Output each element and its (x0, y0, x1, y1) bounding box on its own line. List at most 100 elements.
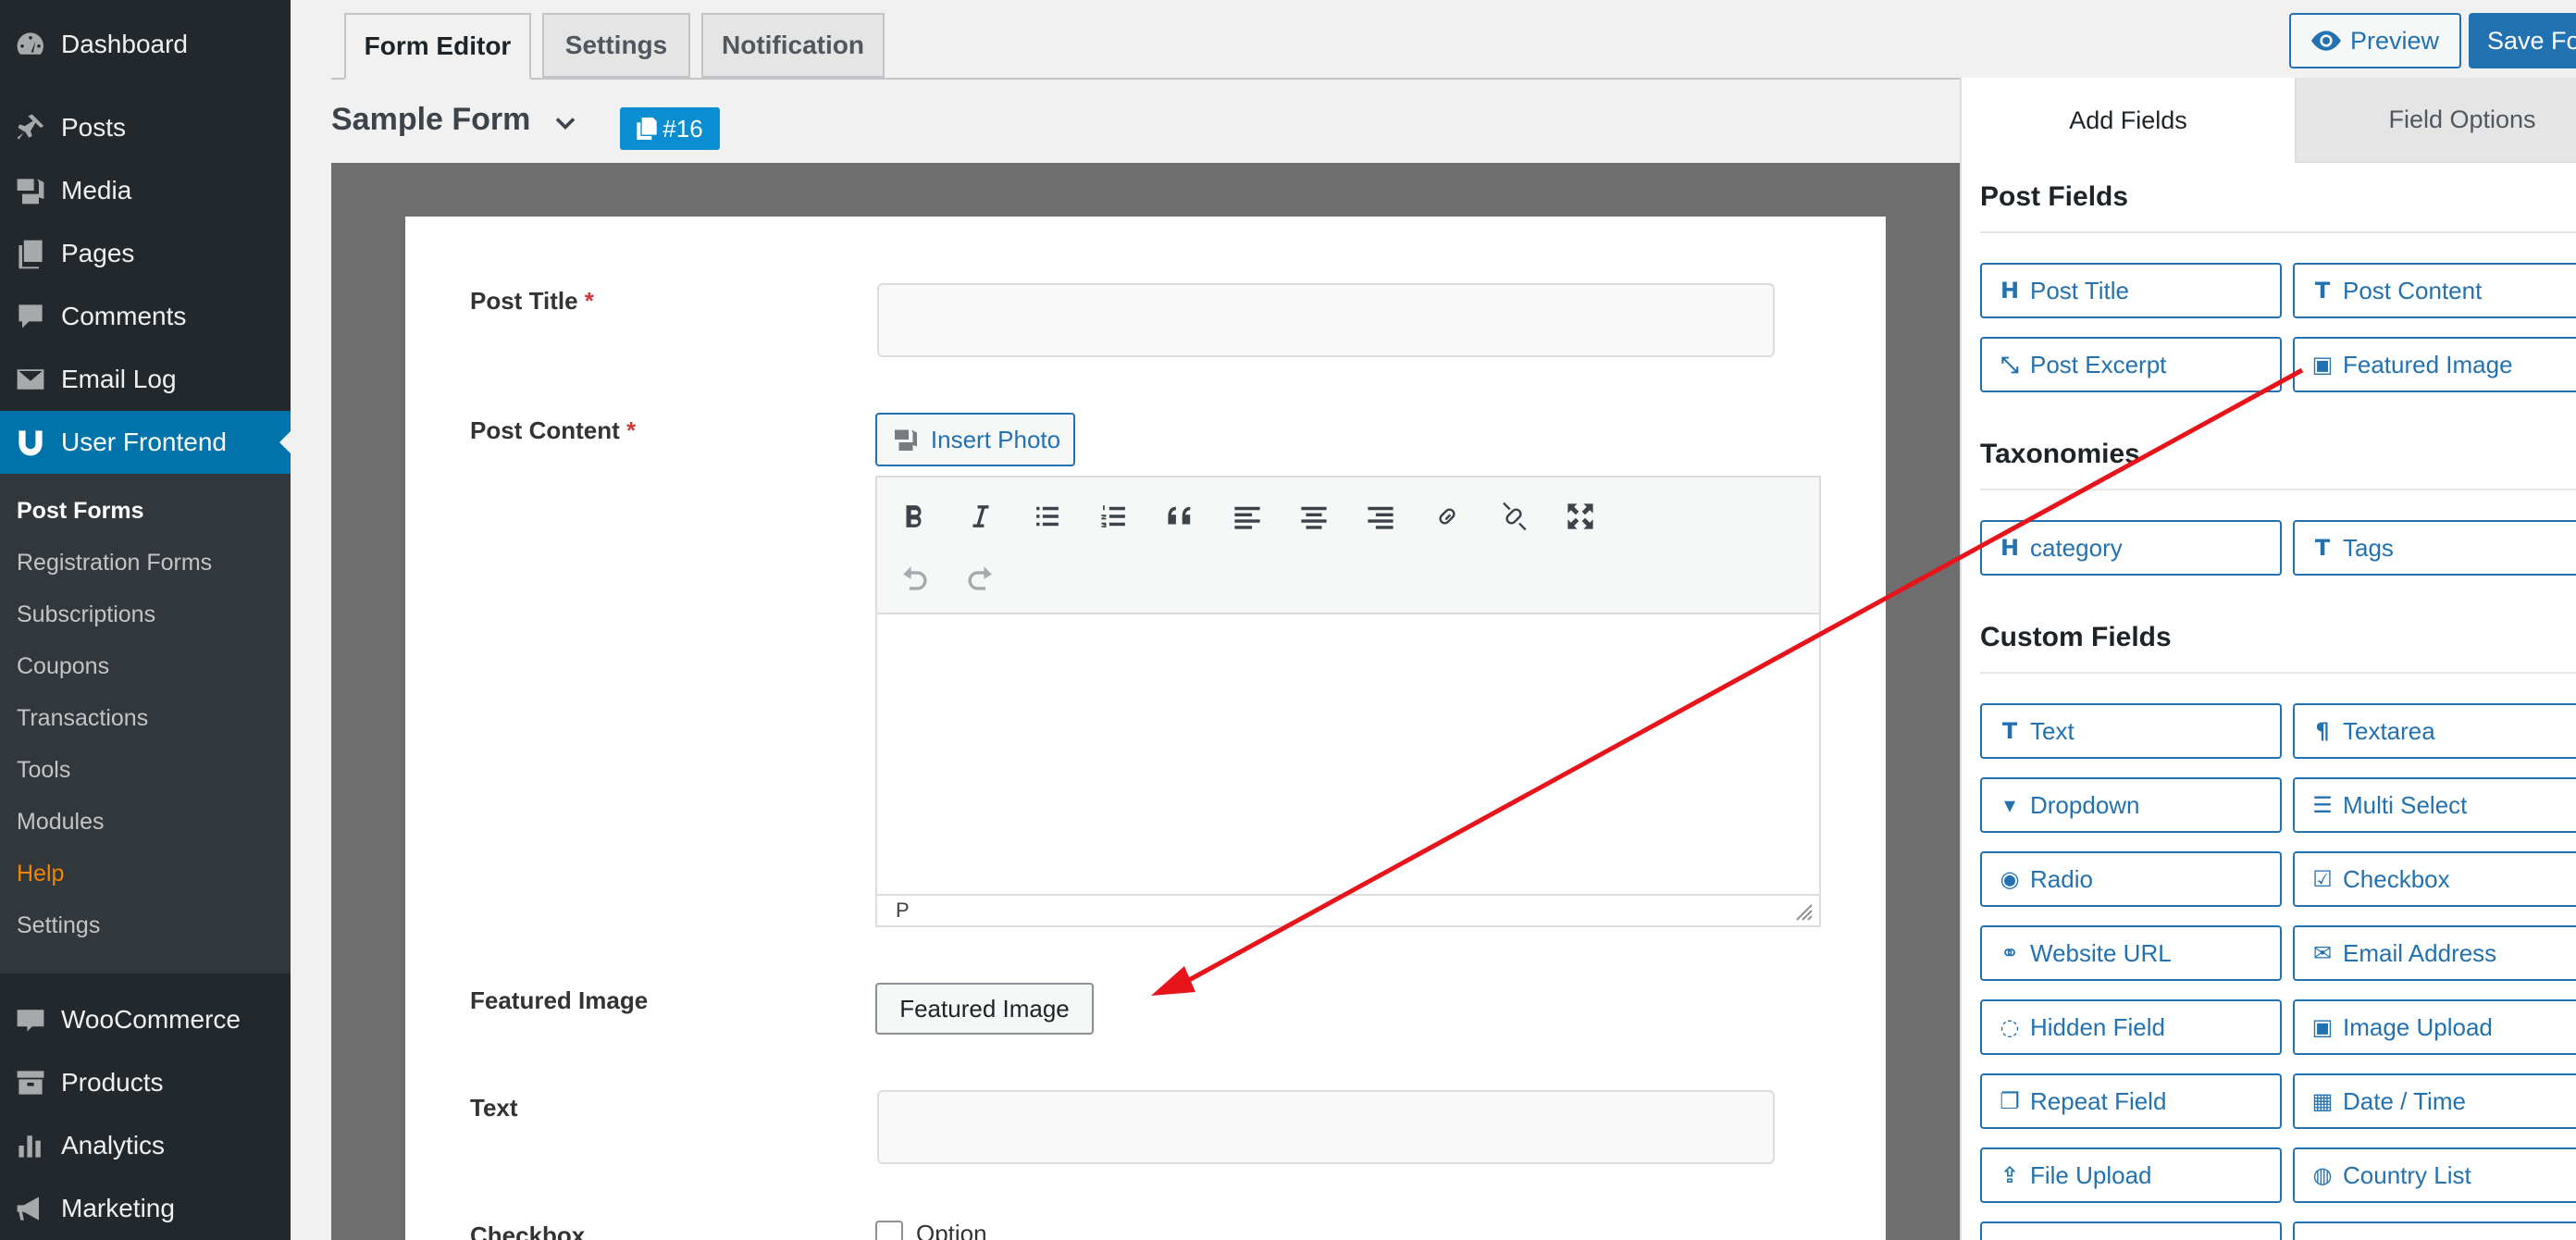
menu-label: Dashboard (61, 30, 188, 58)
text-icon: T (2314, 535, 2331, 561)
woo-icon (0, 1003, 61, 1036)
checkbox-option[interactable]: Option (875, 1220, 987, 1240)
link-icon[interactable] (1427, 496, 1468, 537)
add-hidden-field-button[interactable]: ◌ Hidden Field (1980, 999, 2282, 1055)
add-repeat-field-button[interactable]: ❐ Repeat Field (1980, 1073, 2282, 1129)
add-dropdown-button[interactable]: ▾ Dropdown (1980, 777, 2282, 833)
bullet-list-icon[interactable] (1027, 496, 1068, 537)
preview-button[interactable]: Preview (2289, 13, 2461, 68)
italic-icon[interactable] (960, 496, 1001, 537)
align-left-icon[interactable] (1227, 496, 1268, 537)
add-post-content-button[interactable]: T Post Content (2293, 263, 2576, 318)
menu-item-dashboard[interactable]: Dashboard (0, 13, 291, 76)
bold-icon[interactable] (894, 496, 935, 537)
form-id-text: #16 (663, 114, 703, 143)
required-mark: * (626, 416, 637, 444)
list-icon: ☰ (2312, 792, 2333, 818)
menu-label: Products (61, 1068, 164, 1097)
submenu-registration-forms[interactable]: Registration Forms (17, 550, 212, 577)
unlink-icon[interactable] (1493, 496, 1534, 537)
menu-item-media[interactable]: Media (0, 159, 291, 222)
add-post-title-button[interactable]: H Post Title (1980, 263, 2282, 318)
add-radio-button[interactable]: ◉ Radio (1980, 851, 2282, 907)
chevron-down-icon[interactable] (551, 109, 579, 137)
email-icon (0, 363, 61, 396)
menu-item-email-log[interactable]: Email Log (0, 348, 291, 411)
add-email-address-button[interactable]: ✉ Email Address (2293, 925, 2576, 981)
checkbox-box[interactable] (875, 1220, 903, 1240)
post-title-input[interactable] (877, 283, 1775, 357)
tab-add-fields[interactable]: Add Fields (1962, 78, 2295, 163)
field-button-label: Website URL (2030, 938, 2172, 967)
text-input[interactable] (877, 1090, 1775, 1164)
save-form-button[interactable]: Save Fo (2469, 13, 2576, 68)
menu-item-pages[interactable]: Pages (0, 222, 291, 285)
add-image-upload-button[interactable]: ▣ Image Upload (2293, 999, 2576, 1055)
submenu-help[interactable]: Help (17, 861, 64, 887)
post-content-editor[interactable]: P (875, 476, 1821, 927)
numbered-list-icon[interactable] (1094, 496, 1134, 537)
menu-label: Comments (61, 302, 187, 330)
submenu-modules[interactable]: Modules (17, 809, 105, 836)
menu-item-analytics[interactable]: Analytics (0, 1114, 291, 1177)
menu-label: Media (61, 176, 132, 205)
section-custom-fields: Custom Fields (1980, 622, 2172, 652)
add-country-list-button[interactable]: ◍ Country List (2293, 1147, 2576, 1203)
user-frontend-submenu: Post Forms Registration Forms Subscripti… (0, 474, 291, 973)
pages-icon (0, 237, 61, 270)
field-button-label: Email Address (2343, 938, 2497, 967)
archive-icon (0, 1066, 61, 1099)
tab-settings[interactable]: Settings (542, 13, 690, 78)
undo-icon[interactable] (894, 557, 935, 598)
add-checkbox-button[interactable]: ☑ Checkbox (2293, 851, 2576, 907)
menu-item-comments[interactable]: Comments (0, 285, 291, 348)
menu-label: Email Log (61, 365, 177, 393)
redo-icon[interactable] (960, 557, 1001, 598)
featured-image-button[interactable]: Featured Image (875, 983, 1094, 1035)
blockquote-icon[interactable] (1160, 496, 1201, 537)
insert-photo-button[interactable]: Insert Photo (875, 413, 1075, 466)
add-website-url-button[interactable]: ⚭ Website URL (1980, 925, 2282, 981)
preview-label: Preview (2349, 26, 2440, 55)
add-multi-select-button[interactable]: ☰ Multi Select (2293, 777, 2576, 833)
submenu-settings[interactable]: Settings (17, 912, 100, 939)
add-field-button-partial[interactable] (2293, 1221, 2576, 1240)
menu-item-user-frontend[interactable]: User Frontend (0, 411, 291, 474)
submenu-subscriptions[interactable]: Subscriptions (17, 601, 155, 628)
add-featured-image-button[interactable]: ▣ Featured Image (2293, 337, 2576, 392)
add-text-button[interactable]: T Text (1980, 703, 2282, 759)
submenu-coupons[interactable]: Coupons (17, 653, 109, 680)
add-date-time-button[interactable]: ▦ Date / Time (2293, 1073, 2576, 1129)
submenu-post-forms[interactable]: Post Forms (17, 498, 144, 525)
align-center-icon[interactable] (1294, 496, 1334, 537)
paragraph-icon: ¶ (2315, 718, 2330, 744)
checkbox-option-label: Option (916, 1220, 987, 1240)
tab-form-editor[interactable]: Form Editor (344, 13, 531, 80)
insert-photo-label: Insert Photo (930, 425, 1061, 453)
submenu-transactions[interactable]: Transactions (17, 705, 148, 732)
excerpt-icon: ⤡ (2000, 352, 2019, 378)
form-title[interactable]: Sample Form (331, 102, 530, 138)
menu-label: Pages (61, 239, 135, 267)
add-textarea-button[interactable]: ¶ Textarea (2293, 703, 2576, 759)
section-post-fields: Post Fields (1980, 181, 2129, 212)
tab-field-options[interactable]: Field Options (2295, 78, 2576, 163)
menu-item-marketing[interactable]: Marketing (0, 1177, 291, 1240)
add-file-upload-button[interactable]: ⇪ File Upload (1980, 1147, 2282, 1203)
align-right-icon[interactable] (1360, 496, 1401, 537)
add-category-button[interactable]: Hcategory (1980, 520, 2282, 576)
fullscreen-icon[interactable] (1560, 496, 1601, 537)
upload-icon: ⇪ (2000, 1162, 2020, 1188)
envelope-icon: ✉ (2312, 940, 2333, 966)
add-post-excerpt-button[interactable]: ⤡ Post Excerpt (1980, 337, 2282, 392)
tab-notification[interactable]: Notification (701, 13, 885, 78)
menu-item-woocommerce[interactable]: WooCommerce (0, 988, 291, 1051)
submenu-tools[interactable]: Tools (17, 757, 70, 784)
menu-item-products[interactable]: Products (0, 1051, 291, 1114)
chart-icon (0, 1129, 61, 1162)
text-field-label: Text (470, 1094, 518, 1122)
add-tags-button[interactable]: T Tags (2293, 520, 2576, 576)
resize-handle-icon[interactable] (1795, 903, 1814, 922)
add-field-button-partial[interactable] (1980, 1221, 2282, 1240)
menu-item-posts[interactable]: Posts (0, 96, 291, 159)
